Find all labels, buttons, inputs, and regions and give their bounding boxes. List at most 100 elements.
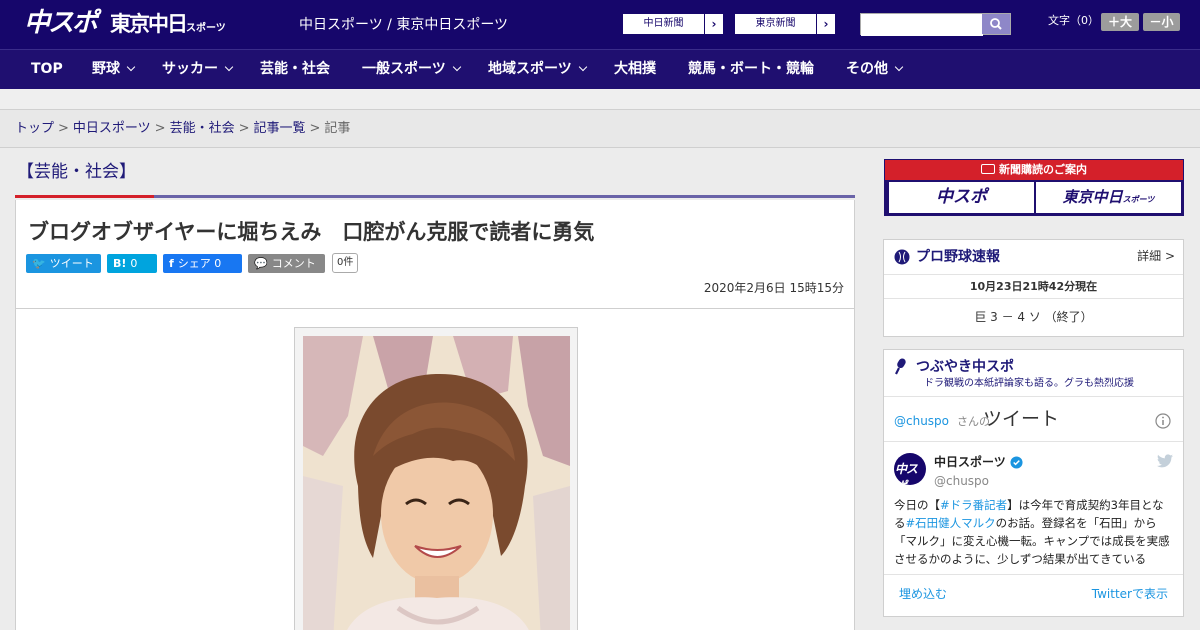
nav-item-sumo[interactable]: 大相撲	[614, 50, 656, 90]
chevron-right-icon: ›	[711, 17, 717, 31]
article-title: ブログオブザイヤーに堀ちえみ 口腔がん克服で読者に勇気	[28, 220, 595, 244]
site-links[interactable]: 中日スポーツ / 東京中日スポーツ	[299, 16, 508, 34]
site-header: 中スポ 東京中日スポーツ 中日スポーツ / 東京中日スポーツ 中日新聞 › 東京…	[0, 0, 1200, 49]
facebook-label: シェア	[177, 257, 211, 270]
breadcrumb-link[interactable]: 記事一覧	[254, 121, 306, 136]
newspaper-icon	[981, 164, 995, 174]
nav-item-racing[interactable]: 競馬・ボート・競輪	[688, 50, 814, 90]
ad-stripe	[0, 89, 1200, 110]
search-input[interactable]	[861, 15, 983, 36]
hatena-icon: B!	[113, 257, 127, 270]
nav-item-regional-sports[interactable]: 地域スポーツ	[488, 50, 587, 90]
tokyo-logo-text: 東京中日	[110, 12, 188, 36]
twitter-widget-title: つぶやき中スポ	[916, 359, 1014, 375]
nav-label: 一般スポーツ	[362, 61, 446, 77]
chevron-down-icon	[578, 62, 587, 72]
facebook-share-button[interactable]: f シェア 0	[163, 254, 242, 273]
comment-bubble-icon: 💬	[254, 257, 268, 270]
nav-item-general-sports[interactable]: 一般スポーツ	[362, 50, 461, 90]
hashtag-link[interactable]: #ドラ番記者	[940, 498, 1007, 512]
category-underline-accent	[15, 195, 154, 198]
nav-item-soccer[interactable]: サッカー	[162, 50, 234, 90]
tokyo-chunichi-subscribe-button[interactable]: 東京中日スポーツ	[1036, 182, 1181, 213]
divider	[16, 308, 854, 309]
text-size-up-button[interactable]: ＋大	[1101, 13, 1139, 31]
comment-label: コメント	[271, 257, 316, 270]
nav-label: TOP	[31, 61, 63, 77]
chevron-right-icon: ›	[823, 17, 829, 31]
tokyo-logo-sub: スポーツ	[186, 23, 226, 34]
avatar-text: 中スポ	[895, 462, 918, 485]
twitter-bird-icon[interactable]	[1157, 454, 1173, 468]
facebook-count: 0	[214, 257, 222, 270]
portrait-image	[303, 336, 570, 630]
tweet-button[interactable]: 🐦 ツイート	[26, 254, 101, 273]
article-date: 2020年2月6日 15時15分	[703, 281, 844, 295]
subscription-title: 新聞購読のご案内	[999, 163, 1087, 176]
subscription-promo: 新聞購読のご案内 中スポ 東京中日スポーツ	[884, 159, 1184, 216]
nav-label: 芸能・社会	[260, 61, 330, 77]
breadcrumb-current: 記事	[324, 121, 351, 136]
info-icon[interactable]	[1155, 413, 1171, 429]
breadcrumb-link[interactable]: 芸能・社会	[170, 121, 235, 136]
baseball-game-score[interactable]: 巨 3 － 4 ソ （終了）	[884, 309, 1183, 325]
tweet-account-handle[interactable]: @chuspo	[934, 473, 989, 489]
timeline-handle[interactable]: @chuspo	[894, 413, 949, 429]
tweet-timeline-header: @chuspo さんの ツイート	[884, 396, 1183, 442]
tweet-account-name[interactable]: 中日スポーツ	[934, 454, 1006, 470]
chevron-down-icon	[452, 62, 461, 72]
nav-label: サッカー	[162, 61, 218, 77]
breadcrumb-link[interactable]: トップ	[15, 121, 54, 136]
breadcrumb-link[interactable]: 中日スポーツ	[73, 121, 151, 136]
tweet-body: 今日の【#ドラ番記者】は今年で育成契約3年目となる#石田健人マルクのお話。登録名…	[894, 496, 1174, 568]
twitter-bird-icon: 🐦	[32, 257, 46, 270]
chuspo-logo[interactable]: 中スポ	[24, 8, 98, 38]
twitter-widget: つぶやき中スポ ドラ観戦の本紙評論家も語る。グラも熱烈応援 @chuspo さん…	[883, 349, 1184, 617]
verified-badge-icon	[1010, 456, 1023, 469]
nav-label: 競馬・ボート・競輪	[688, 61, 814, 77]
search-button[interactable]	[982, 14, 1010, 34]
nav-item-entertainment[interactable]: 芸能・社会	[260, 50, 330, 90]
nav-item-baseball[interactable]: 野球	[92, 50, 136, 90]
text-size-label: 文字（0）	[1048, 14, 1099, 27]
facebook-icon: f	[169, 257, 174, 270]
article: ブログオブザイヤーに堀ちえみ 口腔がん克服で読者に勇気 🐦 ツイート B! 0 fシ…	[15, 200, 855, 630]
promo-right-label: 東京中日	[1062, 188, 1123, 206]
search-box	[860, 13, 1011, 36]
category-header: 【芸能・社会】	[15, 158, 855, 200]
baseball-icon	[894, 249, 910, 265]
nav-item-other[interactable]: その他	[846, 50, 904, 90]
microphone-icon	[895, 358, 906, 375]
chuspo-subscribe-button[interactable]: 中スポ	[889, 182, 1034, 213]
tweet-label: ツイート	[49, 257, 94, 270]
baseball-widget-title: プロ野球速報	[916, 249, 1000, 265]
breadcrumb: トップ > 中日スポーツ > 芸能・社会 > 記事一覧 > 記事	[0, 110, 1200, 148]
tweet-text: 今日の【	[894, 498, 940, 512]
embed-link[interactable]: 埋め込む	[899, 586, 947, 602]
chevron-down-icon	[126, 62, 136, 72]
hatena-count: 0	[130, 257, 138, 270]
nav-label: 野球	[92, 61, 120, 77]
comment-button[interactable]: 💬 コメント	[248, 254, 325, 273]
subscription-title-bar[interactable]: 新聞購読のご案内	[885, 160, 1183, 180]
text-size-down-button[interactable]: －小	[1143, 13, 1180, 31]
avatar[interactable]: 中スポ	[894, 453, 926, 485]
chunichi-shimbun-link[interactable]: 中日新聞 ›	[622, 13, 724, 35]
article-photo[interactable]	[303, 336, 570, 630]
nav-label: 地域スポーツ	[488, 61, 572, 77]
divider	[884, 298, 1183, 299]
view-on-twitter-link[interactable]: Twitterで表示	[1092, 586, 1168, 602]
category-underline	[154, 195, 855, 198]
tokyo-chunichi-logo[interactable]: 東京中日スポーツ	[110, 12, 226, 41]
tokyo-shimbun-link[interactable]: 東京新聞 ›	[734, 13, 836, 35]
hatena-bookmark-button[interactable]: B! 0	[107, 254, 157, 273]
comment-count: 0件	[332, 253, 359, 273]
main-nav: TOP 野球 サッカー 芸能・社会 一般スポーツ 地域スポーツ 大相撲 競馬・ボ…	[0, 49, 1200, 89]
chevron-down-icon	[224, 62, 234, 72]
nav-item-top[interactable]: TOP	[31, 50, 63, 90]
baseball-score-widget: プロ野球速報 詳細 > 10月23日21時42分現在 巨 3 － 4 ソ （終了…	[883, 239, 1184, 337]
baseball-detail-link[interactable]: 詳細 >	[1137, 248, 1175, 264]
chevron-down-icon	[894, 62, 904, 72]
promo-right-sub: スポーツ	[1122, 195, 1155, 204]
hashtag-link[interactable]: #石田健人マルク	[906, 516, 996, 530]
